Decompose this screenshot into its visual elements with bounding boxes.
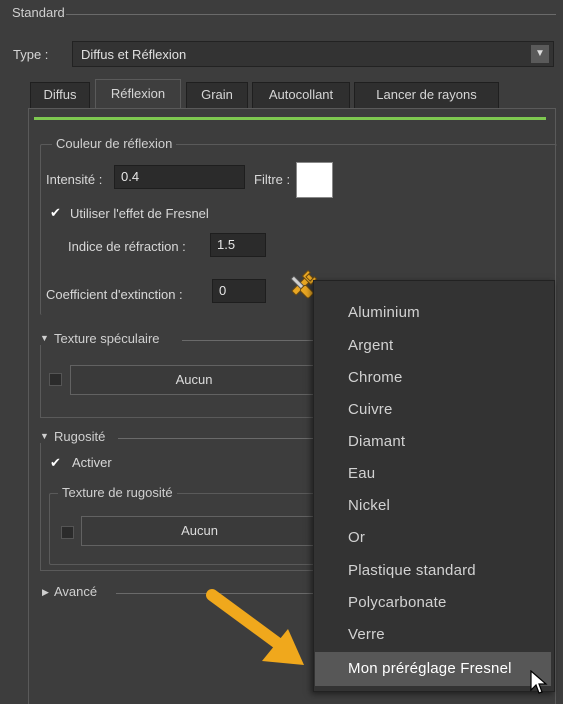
check-icon: ✔ xyxy=(50,205,61,220)
tab-lancer-de-rayons[interactable]: Lancer de rayons xyxy=(354,82,499,108)
accent-bar xyxy=(34,117,546,120)
menu-item-plastique-standard[interactable]: Plastique standard xyxy=(348,562,476,579)
refraction-field[interactable]: 1.5 xyxy=(210,233,266,257)
roughness-checkbox[interactable] xyxy=(61,526,74,539)
specular-line xyxy=(182,340,317,341)
menu-item-chrome[interactable]: Chrome xyxy=(348,369,403,386)
preset-menu: Aluminium Argent Chrome Cuivre Diamant E… xyxy=(313,280,555,692)
advanced-title[interactable]: Avancé xyxy=(54,584,97,599)
refraction-label: Indice de réfraction : xyxy=(68,239,186,254)
fresnel-checkbox[interactable]: ✔ xyxy=(50,205,66,221)
mouse-cursor-icon xyxy=(530,669,548,696)
activate-checkbox[interactable]: ✔ xyxy=(50,455,66,471)
roughness-texture-button[interactable]: Aucun xyxy=(81,516,318,546)
type-label: Type : xyxy=(13,47,49,62)
intensity-label: Intensité : xyxy=(46,172,103,187)
advanced-expand-icon[interactable]: ▶ xyxy=(42,587,49,598)
type-select[interactable]: Diffus et Réflexion ▼ xyxy=(72,41,554,67)
extinction-field[interactable]: 0 xyxy=(212,279,266,303)
tab-diffus[interactable]: Diffus xyxy=(30,82,90,108)
specular-texture-button[interactable]: Aucun xyxy=(70,365,318,395)
extinction-label: Coefficient d'extinction : xyxy=(46,287,183,302)
roughness-expand-icon[interactable]: ▼ xyxy=(40,431,49,441)
filter-label: Filtre : xyxy=(254,172,291,187)
specular-expand-icon[interactable]: ▼ xyxy=(40,333,49,343)
intensity-field[interactable]: 0.4 xyxy=(114,165,245,189)
tab-autocollant[interactable]: Autocollant xyxy=(252,82,350,108)
tab-reflexion[interactable]: Réflexion xyxy=(95,79,181,109)
roughness-texture-title: Texture de rugosité xyxy=(58,485,177,500)
arrow-annotation-icon xyxy=(200,585,320,675)
menu-item-verre[interactable]: Verre xyxy=(348,626,385,643)
menu-item-nickel[interactable]: Nickel xyxy=(348,497,390,514)
menu-item-polycarbonate[interactable]: Polycarbonate xyxy=(348,594,447,611)
menu-item-argent[interactable]: Argent xyxy=(348,337,393,354)
menu-item-aluminium[interactable]: Aluminium xyxy=(348,304,420,321)
check-icon: ✔ xyxy=(50,455,61,470)
specular-title[interactable]: Texture spéculaire xyxy=(54,331,160,346)
chevron-down-icon: ▼ xyxy=(531,45,549,63)
roughness-line xyxy=(118,438,317,439)
panel-title: Standard xyxy=(12,5,65,20)
menu-item-mon-preglage-fresnel[interactable]: Mon préréglage Fresnel xyxy=(315,652,551,686)
menu-item-cuivre[interactable]: Cuivre xyxy=(348,401,393,418)
roughness-title[interactable]: Rugosité xyxy=(54,429,105,444)
tab-grain[interactable]: Grain xyxy=(186,82,248,108)
reflection-group-title: Couleur de réflexion xyxy=(52,136,177,151)
specular-checkbox[interactable] xyxy=(49,373,62,386)
panel-title-line xyxy=(66,14,556,15)
menu-item-diamant[interactable]: Diamant xyxy=(348,433,405,450)
menu-item-eau[interactable]: Eau xyxy=(348,465,375,482)
type-select-value: Diffus et Réflexion xyxy=(81,47,187,62)
activate-label: Activer xyxy=(72,455,112,470)
filter-color-swatch[interactable] xyxy=(296,162,333,198)
menu-item-or[interactable]: Or xyxy=(348,529,365,546)
fresnel-label: Utiliser l'effet de Fresnel xyxy=(70,206,209,221)
